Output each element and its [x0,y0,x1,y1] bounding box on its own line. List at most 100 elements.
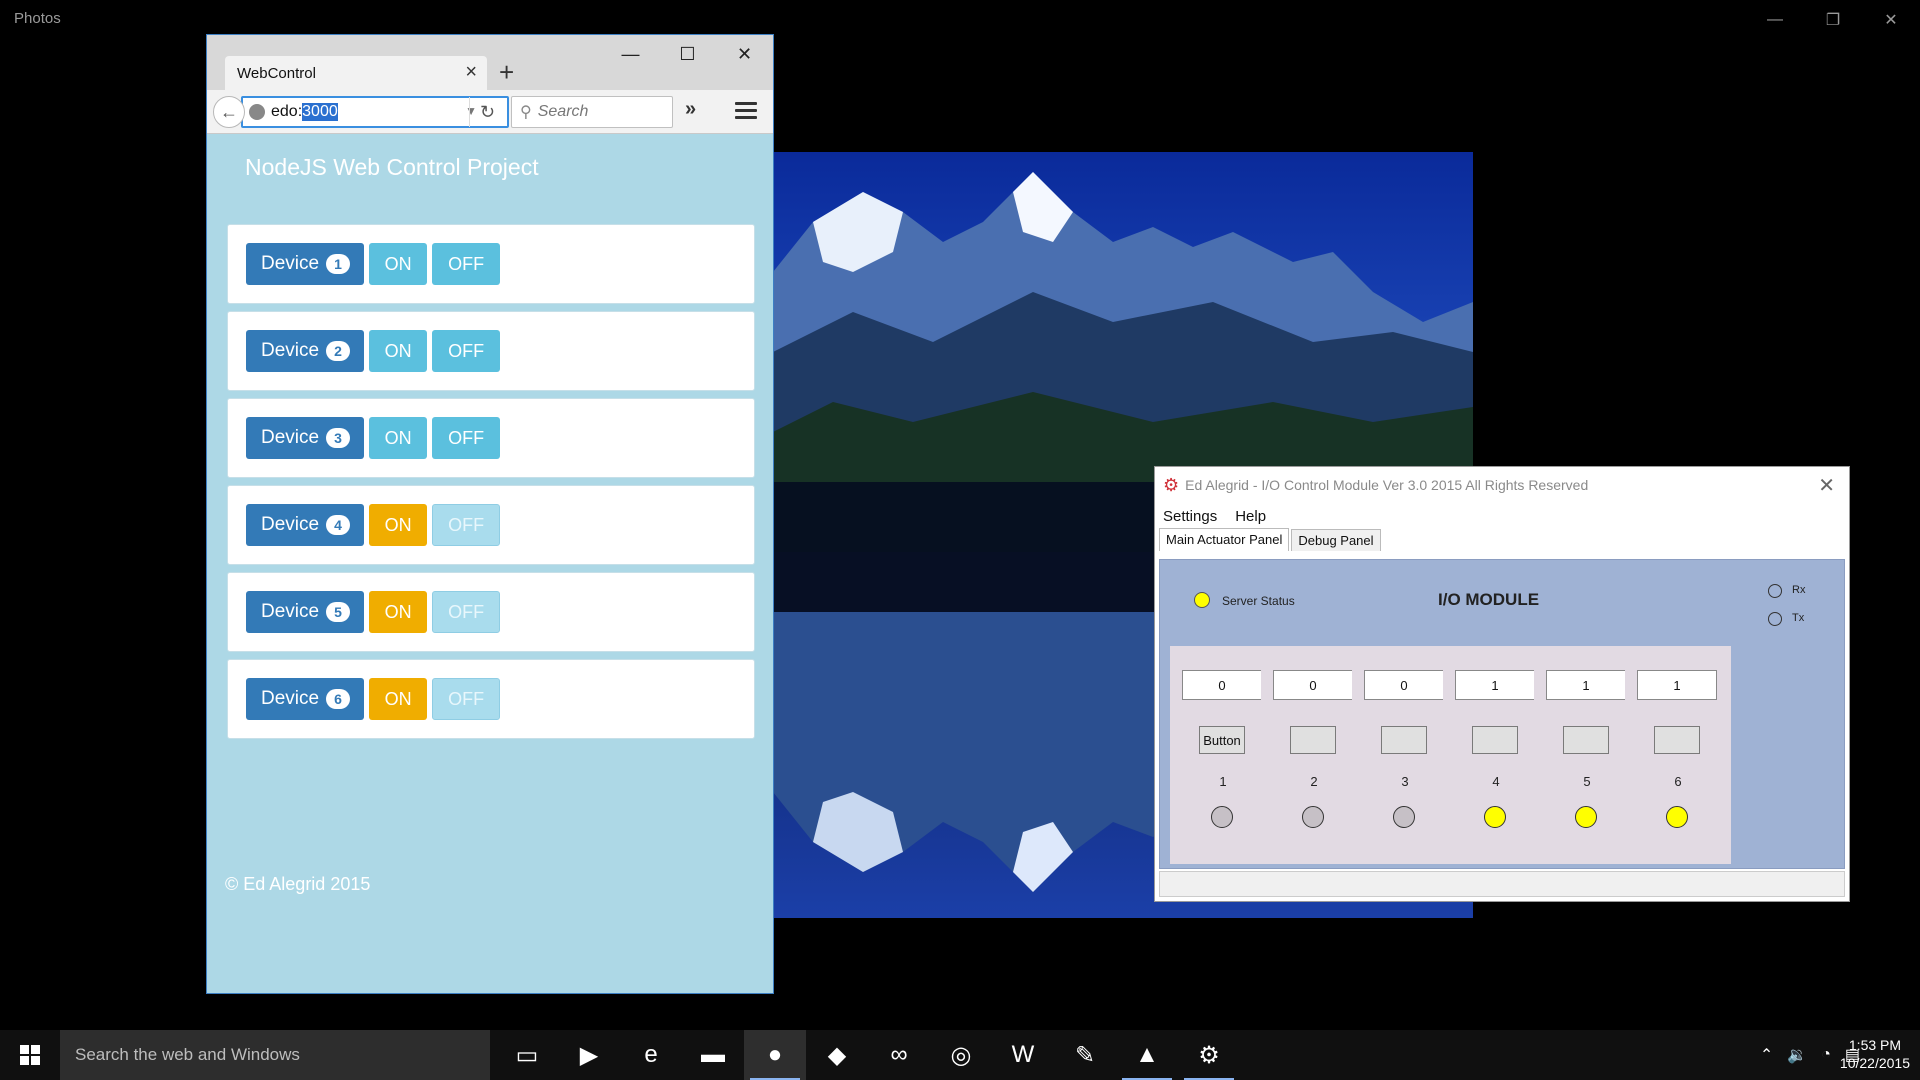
device-number-badge: 6 [326,689,351,709]
io-close-button[interactable]: ✕ [1818,473,1835,498]
browser-titlebar: WebControl × + — ☐ ✕ [207,35,773,90]
search-input[interactable]: ⚲ Search [511,96,673,128]
photos-icon[interactable]: ▲ [1116,1030,1178,1080]
io-window-title: Ed Alegrid - I/O Control Module Ver 3.0 … [1185,477,1589,493]
device-number-badge: 4 [326,515,351,535]
toolbar-overflow-button[interactable]: » [685,98,696,121]
device-on-button[interactable]: ON [369,504,428,546]
photos-restore-button[interactable]: ❐ [1804,0,1862,40]
globe-icon [249,104,265,120]
channel-toggle-button[interactable] [1563,726,1609,754]
channel-toggle-button[interactable] [1290,726,1336,754]
device-on-button[interactable]: ON [369,243,428,285]
channel-toggle-button[interactable]: Button [1199,726,1245,754]
io-titlebar: ⚙ Ed Alegrid - I/O Control Module Ver 3.… [1155,467,1849,503]
powershell-icon[interactable]: ▶ [558,1030,620,1080]
device-on-button[interactable]: ON [369,678,428,720]
channel-value-field[interactable]: 0 [1273,670,1353,700]
device-off-button[interactable]: OFF [432,504,501,546]
rx-indicator-led [1768,584,1782,598]
taskbar-search-input[interactable]: Search the web and Windows [60,1030,490,1080]
visual-studio-icon[interactable]: ∞ [868,1030,930,1080]
channel-status-led [1302,806,1324,828]
device-label-text: Device [261,427,320,448]
tx-label: Tx [1792,612,1805,624]
device-off-button[interactable]: OFF [432,591,501,633]
photos-app-title: Photos [14,10,61,27]
photos-close-button[interactable]: ✕ [1862,0,1920,40]
device-button[interactable]: Device 4 [246,504,365,546]
channel-toggle-button[interactable] [1654,726,1700,754]
browser-close-button[interactable]: ✕ [716,35,773,73]
device-off-button[interactable]: OFF [432,243,501,285]
device-label-text: Device [261,253,320,274]
channel-toggle-button[interactable] [1472,726,1518,754]
git-icon[interactable]: ◆ [806,1030,868,1080]
device-on-button[interactable]: ON [369,591,428,633]
channel-toggle-button[interactable] [1381,726,1427,754]
device-number-badge: 1 [326,254,351,274]
photos-minimize-button[interactable]: — [1746,0,1804,40]
actuator-panel: Server Status I/O MODULE Rx Tx 0 Button 1 0… [1159,559,1845,869]
reload-button[interactable]: ↻ [469,97,505,127]
device-on-button[interactable]: ON [369,330,428,372]
browser-tab[interactable]: WebControl × [225,56,487,90]
file-explorer-icon[interactable]: ▬ [682,1030,744,1080]
back-button[interactable]: ← [213,96,245,128]
io-control-window: ⚙ Ed Alegrid - I/O Control Module Ver 3.… [1154,466,1850,902]
device-card: Device 6 ON OFF [227,659,755,739]
io-menubar: Settings Help [1155,503,1849,529]
chevron-up-icon[interactable]: ⌃ [1760,1045,1773,1065]
tab-debug-panel[interactable]: Debug Panel [1291,529,1381,551]
url-prefix: edo: [271,103,303,120]
menu-icon[interactable] [735,102,757,123]
tab-close-icon[interactable]: × [465,61,477,84]
channel-value-field[interactable]: 0 [1182,670,1262,700]
task-view-icon[interactable]: ▭ [496,1030,558,1080]
device-off-button[interactable]: OFF [432,417,501,459]
io-statusbar [1159,871,1845,897]
device-button[interactable]: Device 3 [246,417,365,459]
device-on-button[interactable]: ON [369,417,428,459]
channel-status-led [1666,806,1688,828]
rx-label: Rx [1792,584,1806,596]
tab-main-actuator-panel[interactable]: Main Actuator Panel [1159,528,1290,551]
clock-time: 1:53 PM [1848,1037,1902,1053]
channel-number: 6 [1674,774,1682,789]
taskbar-apps: ▭ ▶ e ▬ ● ◆ ∞ ◎ W ✎ ▲ ⚙ [496,1030,1240,1080]
start-button[interactable] [0,1030,60,1080]
search-icon: ⚲ [520,104,532,121]
device-button[interactable]: Device 1 [246,243,365,285]
new-tab-button[interactable]: + [499,57,514,88]
device-card: Device 3 ON OFF [227,398,755,478]
device-button[interactable]: Device 2 [246,330,365,372]
channel-value-field[interactable]: 0 [1364,670,1444,700]
device-off-button[interactable]: OFF [432,330,501,372]
word-icon[interactable]: W [992,1030,1054,1080]
menu-help[interactable]: Help [1235,508,1266,525]
clock-date: 10/22/2015 [1839,1055,1910,1071]
device-label-text: Device [261,601,320,622]
device-off-button[interactable]: OFF [432,678,501,720]
channel-value-field[interactable]: 1 [1455,670,1535,700]
server-status-label: Server Status [1222,594,1295,608]
sql-server-icon[interactable]: ◎ [930,1030,992,1080]
menu-settings[interactable]: Settings [1163,508,1217,525]
device-button[interactable]: Device 5 [246,591,365,633]
browser-minimize-button[interactable]: — [602,35,659,73]
taskbar-clock[interactable]: 1:53 PM 10/22/2015 [1840,1036,1910,1072]
io-channel: 16 [1625,646,1731,864]
network-icon[interactable]: ◔ [1821,1046,1831,1064]
volume-icon[interactable]: 🔉 [1787,1045,1807,1065]
channel-value-field[interactable]: 1 [1637,670,1717,700]
edge-icon[interactable]: e [620,1030,682,1080]
device-number-badge: 5 [326,602,351,622]
io-module-icon[interactable]: ⚙ [1178,1030,1240,1080]
channel-value-field[interactable]: 1 [1546,670,1626,700]
browser-maximize-button[interactable]: ☐ [659,35,716,73]
paint-icon[interactable]: ✎ [1054,1030,1116,1080]
page-heading: NodeJS Web Control Project [245,154,539,180]
device-button[interactable]: Device 6 [246,678,365,720]
browser-window: WebControl × + — ☐ ✕ edo: 3000 ▼ ← ↻ ⚲ Se… [206,34,774,994]
firefox-icon[interactable]: ● [744,1030,806,1080]
